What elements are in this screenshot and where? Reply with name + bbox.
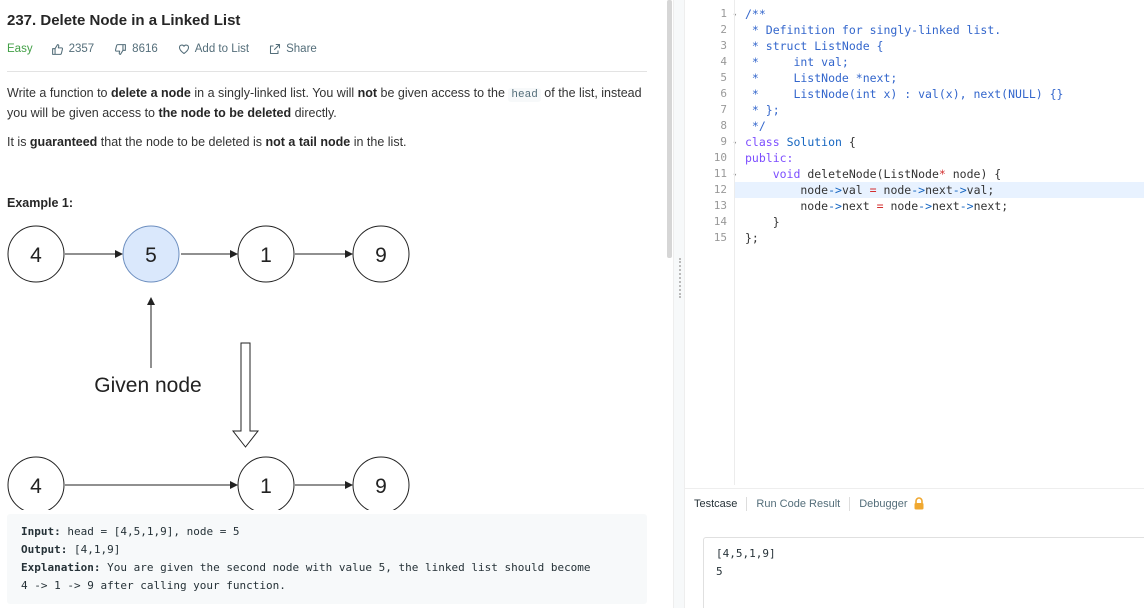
header-divider xyxy=(7,71,647,72)
bottom-node-3: 9 xyxy=(352,456,410,510)
top-node-4-label: 9 xyxy=(375,244,387,267)
code-line: * ListNode(int x) : val(x), next(NULL) {… xyxy=(745,87,1064,101)
given-node-label: Given node xyxy=(94,374,201,397)
splitter-grip-icon xyxy=(679,258,681,298)
bottom-node-1-label: 4 xyxy=(30,475,42,498)
explanation-label: Explanation: xyxy=(21,561,101,574)
heart-icon xyxy=(178,44,189,55)
testcase-input[interactable]: [4,5,1,9] 5 xyxy=(703,537,1144,608)
code-line: public: xyxy=(745,151,794,165)
code-line: } xyxy=(745,215,780,229)
lock-icon xyxy=(914,497,924,510)
code-line: }; xyxy=(745,231,759,245)
share-icon xyxy=(270,43,281,55)
code-line: void deleteNode(ListNode* node) { xyxy=(772,167,1002,181)
line-number: 11▾ xyxy=(685,166,737,182)
line-number: 7 xyxy=(720,103,727,116)
editor-panel: 1▾2 3 4 5 6 7 8 9▾10 11▾12 13 14 15 /** * Definitio… xyxy=(685,0,1144,608)
gutter-divider xyxy=(734,0,735,485)
add-to-list-label: Add to List xyxy=(194,43,250,55)
dislike-button[interactable]: 8616 xyxy=(114,43,158,56)
code-line: node->val = node->next->val; xyxy=(745,183,995,197)
difficulty-badge: Easy xyxy=(7,43,33,55)
line-number: 8 xyxy=(720,119,727,132)
line-number-gutter: 1▾2 3 4 5 6 7 8 9▾10 11▾12 13 14 15 xyxy=(685,6,737,246)
line-number: 2 xyxy=(720,23,727,36)
line-number: 12 xyxy=(713,183,727,196)
line-number: 13 xyxy=(713,199,727,212)
linked-list-diagram: 4 5 1 9 Given node 4 1 9 xyxy=(7,225,410,510)
input-value: head = [4,5,1,9], node = 5 xyxy=(60,525,240,538)
code-line: */ xyxy=(745,119,766,133)
top-node-1: 4 xyxy=(7,225,65,283)
line-number: 6 xyxy=(720,87,727,100)
code-line: class Solution { xyxy=(745,135,856,149)
output-value: [4,1,9] xyxy=(67,543,121,556)
description-paragraph-2: It is guaranteed that the node to be del… xyxy=(7,135,407,149)
input-label: Input: xyxy=(21,525,61,538)
tab-run-code-result[interactable]: Run Code Result xyxy=(747,489,849,519)
line-number: 9▾ xyxy=(685,134,737,150)
description-panel: 237. Delete Node in a Linked List Easy 2… xyxy=(0,0,668,608)
code-line: * }; xyxy=(745,103,780,117)
like-count: 2357 xyxy=(68,43,95,55)
code-line: /** xyxy=(745,7,766,21)
top-node-1-label: 4 xyxy=(30,244,42,267)
tab-debugger[interactable]: Debugger xyxy=(850,489,933,519)
example-title: Example 1: xyxy=(7,196,74,210)
output-label: Output: xyxy=(21,543,68,556)
top-node-2-given: 5 xyxy=(122,225,180,283)
problem-meta: Easy 2357 8616 Add to List Share xyxy=(7,42,337,56)
top-node-3: 1 xyxy=(237,225,295,283)
like-button[interactable]: 2357 xyxy=(51,43,95,56)
top-node-4: 9 xyxy=(352,225,410,283)
code-line: * Definition for singly-linked list. xyxy=(745,23,1002,37)
line-number: 5 xyxy=(720,71,727,84)
share-button[interactable]: Share xyxy=(269,43,317,55)
explanation-value: You are given the second node with value… xyxy=(21,561,591,592)
description-paragraph-1: Write a function to delete a node in a s… xyxy=(7,86,642,120)
line-number: 14 xyxy=(713,215,727,228)
code-line: * int val; xyxy=(745,55,849,69)
share-label: Share xyxy=(286,43,317,55)
example-io-box: Input: head = [4,5,1,9], node = 5 Output… xyxy=(7,514,647,604)
panel-splitter[interactable] xyxy=(673,0,685,608)
bottom-node-1: 4 xyxy=(7,456,65,510)
thumbs-down-icon xyxy=(115,43,127,55)
code-line: * ListNode *next; xyxy=(745,71,898,85)
line-number: 3 xyxy=(720,39,727,52)
thumbs-up-icon xyxy=(51,43,63,55)
line-number: 1▾ xyxy=(685,6,737,22)
add-to-list-button[interactable]: Add to List xyxy=(178,43,249,55)
description-scrollbar[interactable] xyxy=(667,0,672,258)
console-tabs: Testcase Run Code Result Debugger xyxy=(685,488,1144,518)
top-node-2-label: 5 xyxy=(145,244,157,267)
line-number: 10 xyxy=(713,151,727,164)
problem-title: 237. Delete Node in a Linked List xyxy=(7,12,241,29)
bottom-node-2-label: 1 xyxy=(260,475,272,498)
code-line: * struct ListNode { xyxy=(745,39,884,53)
inline-code-head: head xyxy=(508,88,541,102)
dislike-count: 8616 xyxy=(132,43,158,55)
top-node-3-label: 1 xyxy=(260,244,272,267)
tab-testcase[interactable]: Testcase xyxy=(685,489,746,519)
bottom-node-3-label: 9 xyxy=(375,475,387,498)
line-number: 15 xyxy=(713,231,727,244)
line-number: 4 xyxy=(720,55,727,68)
code-line: node->next = node->next->next; xyxy=(745,199,1009,213)
code-editor[interactable]: /** * Definition for singly-linked list.… xyxy=(745,6,1144,246)
bottom-node-2: 1 xyxy=(237,456,295,510)
transform-arrow xyxy=(231,342,260,448)
